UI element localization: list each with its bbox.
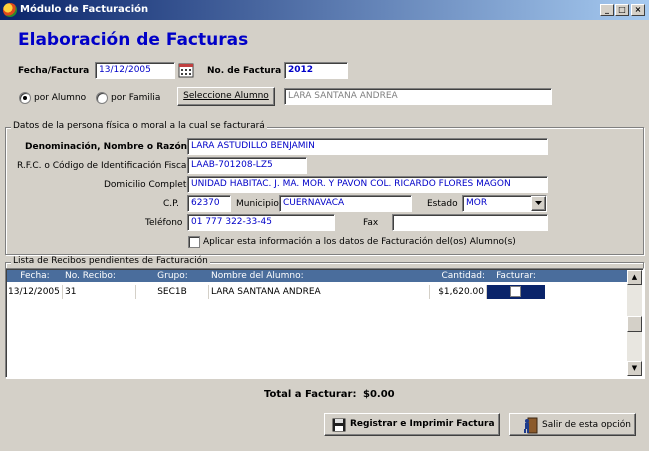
numero-factura-label: No. de Factura	[207, 66, 282, 76]
calendar-icon[interactable]	[178, 62, 194, 78]
maximize-button[interactable]: □	[615, 4, 629, 16]
table-row-cantidad[interactable]: $1,620.00	[430, 285, 487, 299]
alumno-field: LARA SANTANA ANDREA	[284, 88, 552, 105]
floppy-disk-icon	[332, 418, 346, 432]
salir-button[interactable]: Salir de esta opción	[509, 413, 636, 436]
radio-por-alumno-label: por Alumno	[34, 93, 87, 103]
persona-group-title: Datos de la persona física o moral a la …	[11, 121, 267, 131]
col-header-facturar[interactable]: Facturar:	[487, 270, 545, 282]
municipio-field[interactable]: CUERNAVACA	[279, 195, 412, 212]
col-header-grupo[interactable]: Grupo:	[136, 270, 209, 282]
fecha-label: Fecha/Factura	[18, 66, 90, 76]
seleccione-alumno-button[interactable]: Seleccione Alumno	[177, 87, 275, 106]
table-row-grupo[interactable]: SEC1B	[136, 285, 209, 299]
table-row-recibo[interactable]: 31	[63, 285, 136, 299]
fax-label: Fax	[363, 218, 379, 228]
total-value: $0.00	[363, 389, 395, 400]
app-icon	[3, 3, 17, 17]
salir-label: Salir de esta opción	[542, 420, 631, 430]
table-row-fecha[interactable]: 13/12/2005	[7, 285, 63, 299]
telefono-label: Teléfono	[145, 218, 183, 228]
cp-field[interactable]: 62370	[187, 195, 231, 212]
scroll-thumb[interactable]	[627, 316, 642, 332]
radio-por-alumno[interactable]	[19, 92, 31, 104]
aplicar-label: Aplicar esta información a los datos de …	[203, 237, 516, 247]
denominacion-label: Denominación, Nombre o Razón	[25, 142, 188, 152]
minimize-button[interactable]: _	[600, 4, 614, 16]
municipio-label: Municipio	[236, 199, 279, 209]
col-header-nombre[interactable]: Nombre del Alumno:	[209, 270, 430, 282]
window-title: Módulo de Facturación	[20, 4, 149, 15]
registrar-label: Registrar e Imprimir Factura	[350, 419, 495, 429]
chevron-down-icon[interactable]	[531, 196, 546, 211]
rfc-field[interactable]: LAAB-701208-LZ5	[187, 157, 307, 174]
telefono-field[interactable]: 01 777 322-33-45	[187, 214, 335, 231]
recibos-group-title: Lista de Recibos pendientes de Facturaci…	[11, 256, 210, 266]
domicilio-label: Domicilio Completo	[104, 180, 192, 190]
registrar-button[interactable]: Registrar e Imprimir Factura	[324, 413, 500, 436]
estado-label: Estado	[427, 199, 458, 209]
table-row-nombre[interactable]: LARA SANTANA ANDREA	[209, 285, 430, 299]
fecha-field[interactable]: 13/12/2005	[95, 62, 175, 79]
total-label: Total a Facturar:	[264, 389, 357, 400]
facturar-checkbox[interactable]	[510, 286, 521, 297]
domicilio-field[interactable]: UNIDAD HABITAC. J. MA. MOR. Y PAVON COL.…	[187, 176, 548, 193]
page-title: Elaboración de Facturas	[18, 30, 249, 50]
fax-field[interactable]	[392, 214, 548, 231]
cp-label: C.P.	[163, 199, 180, 209]
radio-por-familia[interactable]	[96, 92, 108, 104]
estado-value: MOR	[466, 198, 488, 208]
recibos-table[interactable]: Fecha: No. Recibo: Grupo: Nombre del Alu…	[5, 268, 644, 378]
col-header-fecha[interactable]: Fecha:	[7, 270, 63, 282]
table-row-facturar-cell[interactable]	[487, 285, 545, 299]
exit-door-icon	[522, 417, 538, 434]
header-filler	[545, 270, 627, 282]
radio-por-familia-label: por Familia	[111, 93, 161, 103]
aplicar-checkbox[interactable]	[188, 236, 200, 248]
scroll-down-icon[interactable]: ▼	[627, 361, 642, 376]
denominacion-field[interactable]: LARA ASTUDILLO BENJAMIN	[187, 138, 548, 155]
rfc-label: R.F.C. o Código de Identificación Fiscal	[17, 161, 189, 171]
close-button[interactable]: ×	[631, 4, 645, 16]
numero-factura-field[interactable]: 2012	[284, 62, 348, 79]
col-header-cantidad[interactable]: Cantidad:	[430, 270, 487, 282]
col-header-recibo[interactable]: No. Recibo:	[63, 270, 136, 282]
scroll-up-icon[interactable]: ▲	[627, 270, 642, 285]
